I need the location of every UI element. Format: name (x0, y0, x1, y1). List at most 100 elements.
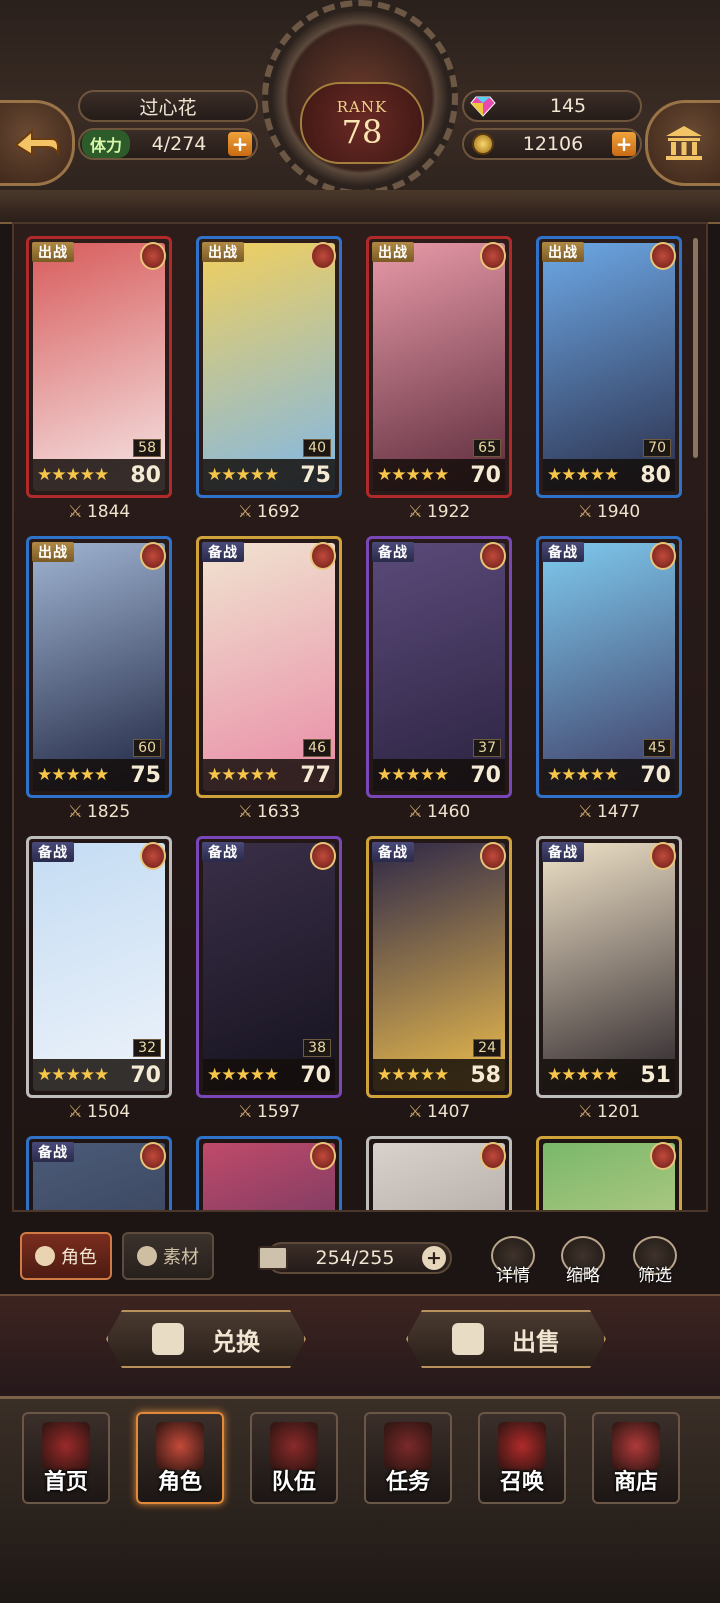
nav-item-label: 队伍 (271, 1470, 316, 1495)
action-bar (0, 1294, 720, 1406)
character-card[interactable] (196, 1136, 342, 1210)
character-card[interactable]: 备战 (26, 1136, 172, 1210)
tab-characters[interactable]: 角色 (20, 1232, 112, 1280)
tab-materials[interactable]: 素材 (122, 1232, 214, 1280)
lock-icon[interactable] (650, 842, 676, 870)
character-card[interactable]: 备战 46 ★★★★★ 77 (196, 536, 342, 798)
player-name: 过心花 (78, 90, 258, 122)
lock-icon[interactable] (140, 542, 166, 570)
character-grid[interactable]: 出战 58 ★★★★★ 80 ⚔ 1844 出战 40 ★★★★★ 75 ⚔ 1692 出战 65 ★★★★… (12, 222, 708, 1212)
character-card[interactable] (366, 1136, 512, 1210)
back-button[interactable] (0, 100, 75, 186)
add-gold-button[interactable]: + (612, 132, 636, 156)
lock-icon[interactable] (140, 1142, 166, 1170)
nav-item-label: 首页 (43, 1470, 88, 1495)
card-level: 38 (303, 1039, 331, 1057)
character-card[interactable]: 备战 24 ★★★★★ 58 (366, 836, 512, 1098)
lock-icon[interactable] (310, 542, 336, 570)
top-frame-divider (0, 190, 720, 224)
stamina-value: 4/274 (151, 133, 207, 155)
lock-icon[interactable] (310, 242, 336, 270)
star-rating-icon: ★★★★★ (547, 465, 619, 485)
nav-item-label: 任务 (385, 1470, 430, 1495)
deploy-status-badge: 备战 (32, 842, 74, 862)
card-level: 58 (133, 439, 161, 457)
crossed-swords-icon: ⚔ (407, 802, 423, 822)
combat-power-value: 1407 (426, 1102, 471, 1122)
lock-icon[interactable] (480, 1142, 506, 1170)
nav-item[interactable]: 队伍 (250, 1412, 338, 1504)
expand-capacity-button[interactable]: + (422, 1246, 446, 1270)
character-card[interactable]: 备战 37 ★★★★★ 70 (366, 536, 512, 798)
tab-materials-label: 素材 (163, 1247, 199, 1268)
combat-power: ⚔ 1460 (366, 802, 512, 822)
max-level: 70 (470, 462, 501, 488)
combat-power-value: 1597 (256, 1102, 301, 1122)
lock-icon[interactable] (310, 842, 336, 870)
gold-counter: 12106 + (462, 128, 642, 160)
max-level: 80 (130, 462, 161, 488)
crossed-swords-icon: ⚔ (577, 802, 593, 822)
hall-button[interactable] (645, 100, 720, 186)
compact-label: 缩略 (566, 1266, 600, 1286)
combat-power-value: 1201 (596, 1102, 641, 1122)
gem-counter: 145 (462, 90, 642, 122)
lock-icon[interactable] (650, 242, 676, 270)
lock-icon[interactable] (480, 842, 506, 870)
deploy-status-badge: 备战 (372, 842, 414, 862)
combat-power: ⚔ 1201 (536, 1102, 682, 1122)
character-card[interactable]: 出战 70 ★★★★★ 80 (536, 236, 682, 498)
lock-icon[interactable] (480, 542, 506, 570)
character-card[interactable]: 出战 58 ★★★★★ 80 (26, 236, 172, 498)
card-level: 37 (473, 739, 501, 757)
lock-icon[interactable] (650, 1142, 676, 1170)
character-card[interactable]: 出战 65 ★★★★★ 70 (366, 236, 512, 498)
card-stack-icon (258, 1246, 288, 1270)
character-card[interactable]: 出战 60 ★★★★★ 75 (26, 536, 172, 798)
nav-item[interactable]: 首页 (22, 1412, 110, 1504)
rarity-row: ★★★★★ 80 (543, 459, 675, 491)
lock-icon[interactable] (480, 242, 506, 270)
details-button[interactable]: 详情 (488, 1236, 538, 1286)
character-card[interactable]: 备战 32 ★★★★★ 70 (26, 836, 172, 1098)
max-level: 70 (640, 762, 671, 788)
deploy-status-badge: 备战 (542, 842, 584, 862)
max-level: 77 (300, 762, 331, 788)
nav-item-label: 召唤 (499, 1470, 544, 1495)
deploy-status-badge: 出战 (372, 242, 414, 262)
shop-gem-icon (612, 1422, 660, 1470)
nav-item[interactable]: 召唤 (478, 1412, 566, 1504)
team-emblem-icon (270, 1422, 318, 1470)
gem-value: 145 (549, 95, 587, 117)
lock-icon[interactable] (310, 1142, 336, 1170)
temple-icon (666, 126, 702, 160)
star-rating-icon: ★★★★★ (207, 765, 279, 785)
combat-power: ⚔ 1825 (26, 802, 172, 822)
gold-coin-icon (472, 133, 494, 155)
character-card[interactable] (536, 1136, 682, 1210)
nav-item[interactable]: 任务 (364, 1412, 452, 1504)
card-level: 32 (133, 1039, 161, 1057)
stamina-bar: 体力 4/274 + (78, 128, 258, 160)
star-rating-icon: ★★★★★ (547, 765, 619, 785)
exchange-button[interactable]: 兑换 (106, 1310, 306, 1368)
lock-icon[interactable] (140, 242, 166, 270)
filter-button[interactable]: 筛选 (630, 1236, 680, 1286)
character-card[interactable]: 备战 45 ★★★★★ 70 (536, 536, 682, 798)
nav-item[interactable]: 商店 (592, 1412, 680, 1504)
lock-icon[interactable] (650, 542, 676, 570)
card-level: 45 (643, 739, 671, 757)
character-card[interactable]: 备战 38 ★★★★★ 70 (196, 836, 342, 1098)
nav-item-label: 角色 (157, 1470, 202, 1495)
add-stamina-button[interactable]: + (228, 132, 252, 156)
character-card[interactable]: 备战 ★★★★★ 51 (536, 836, 682, 1098)
material-slime-icon (137, 1246, 157, 1266)
card-level: 60 (133, 739, 161, 757)
character-card[interactable]: 出战 40 ★★★★★ 75 (196, 236, 342, 498)
compact-view-button[interactable]: 缩略 (558, 1236, 608, 1286)
rarity-row: ★★★★★ 80 (33, 459, 165, 491)
lock-icon[interactable] (140, 842, 166, 870)
grid-scrollbar[interactable] (693, 238, 698, 458)
sell-button[interactable]: 出售 (406, 1310, 606, 1368)
nav-item[interactable]: 角色 (136, 1412, 224, 1504)
